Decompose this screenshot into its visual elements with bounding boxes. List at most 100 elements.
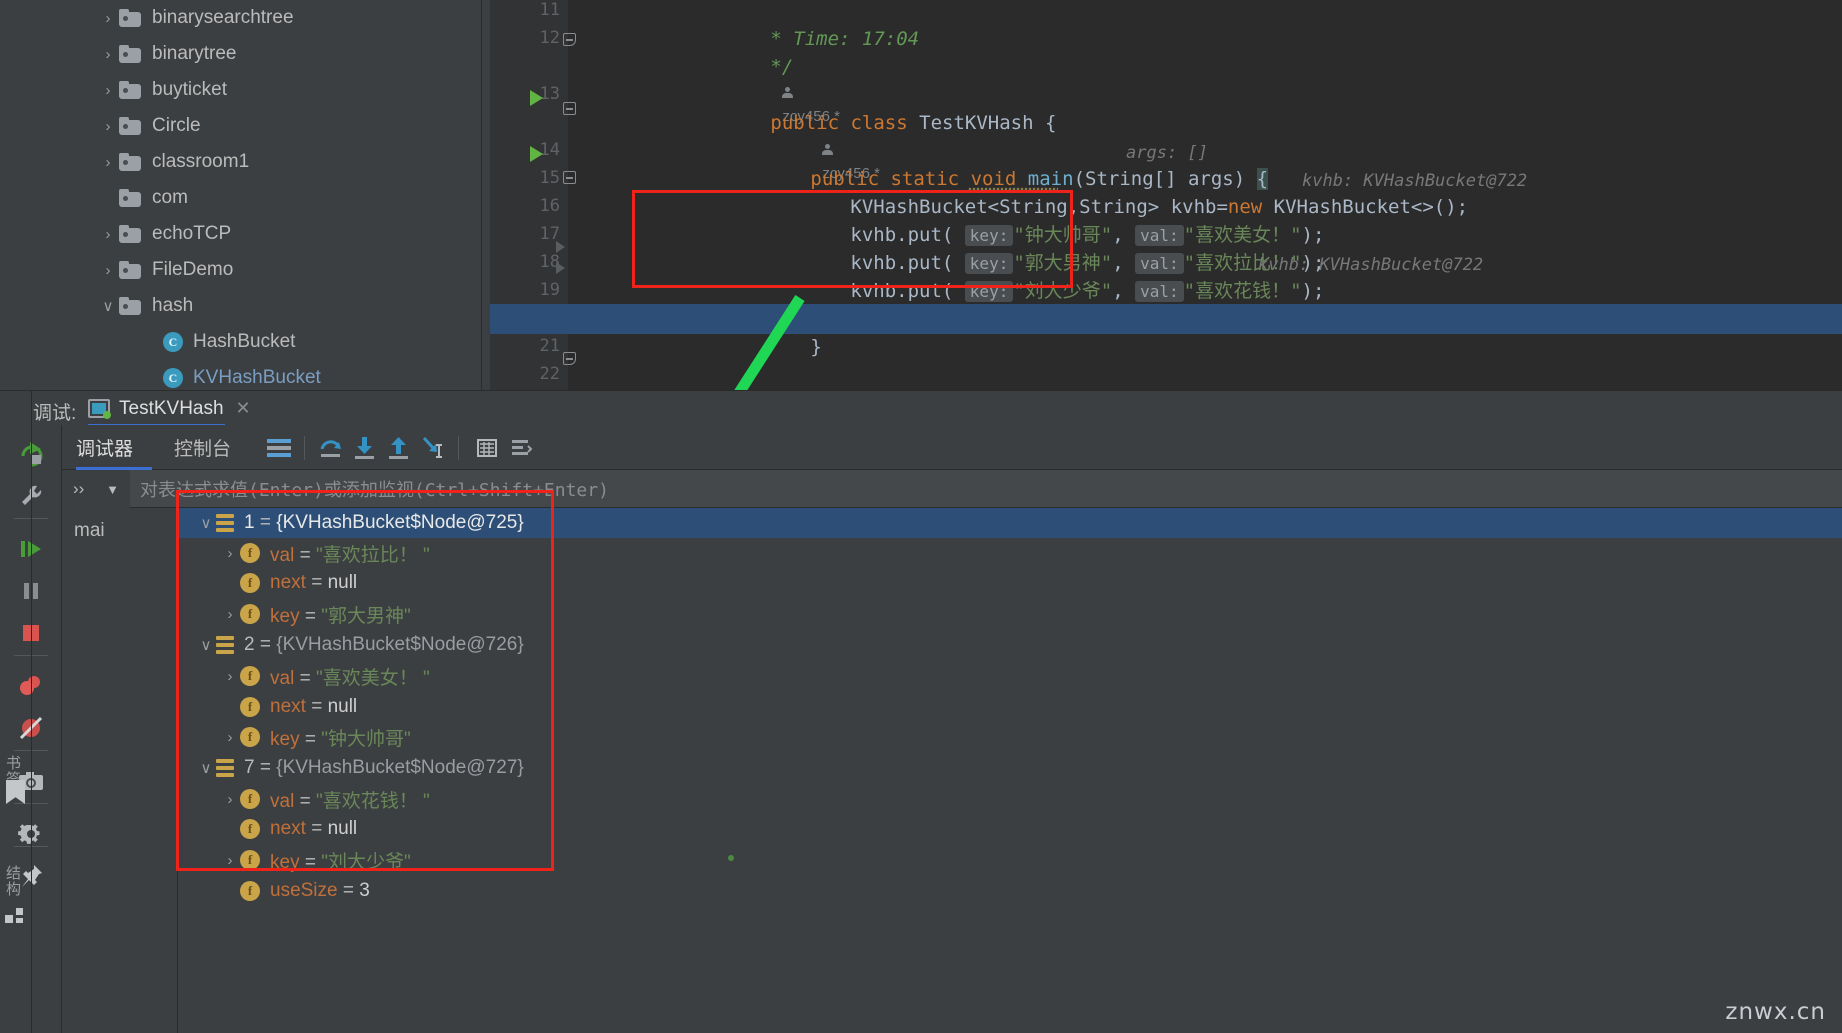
close-icon[interactable]: ✕ (236, 398, 251, 419)
line-number: 11 (539, 0, 560, 20)
step-out-icon[interactable] (386, 435, 412, 461)
project-tree-item[interactable]: › echoTCP (31, 216, 551, 252)
variable-row[interactable]: ∨ 7 = {KVHashBucket$Node@727} (178, 753, 1842, 783)
chevron-right-icon[interactable]: › (97, 11, 119, 26)
project-tree-item[interactable]: › classroom1 (31, 144, 551, 180)
tab-console[interactable]: 控制台 (174, 434, 231, 461)
fold-marker-icon[interactable] (563, 352, 576, 365)
project-tree-item[interactable]: ›C HashBucket (31, 324, 551, 360)
frame-item-main[interactable]: mai (62, 517, 178, 545)
variable-text: 2 = {KVHashBucket$Node@726} (244, 634, 524, 656)
layout-icon[interactable] (266, 435, 292, 461)
chevron-right-icon[interactable]: › (97, 191, 119, 206)
chevron-right-icon[interactable]: › (220, 852, 240, 869)
line-number: 21 (539, 336, 560, 356)
variable-value: null (327, 572, 358, 593)
project-tree-item[interactable]: › binarysearchtree (31, 0, 551, 36)
chevron-down-icon[interactable]: ∨ (97, 299, 119, 314)
variable-row[interactable]: ∨ 1 = {KVHashBucket$Node@725} (178, 508, 1842, 538)
run-method-gutter-icon[interactable] (530, 146, 543, 162)
chevron-right-icon[interactable]: › (97, 83, 119, 98)
project-tree-item[interactable]: › com (31, 180, 551, 216)
param-hint-key: key: (964, 281, 1014, 302)
run-class-gutter-icon[interactable] (530, 90, 543, 106)
debug-session-tab[interactable]: TestKVHash ✕ (88, 393, 251, 424)
chevron-down-icon[interactable]: ∨ (196, 759, 216, 777)
field-icon: f (240, 727, 260, 747)
fold-marker-icon[interactable] (563, 33, 576, 46)
chevron-right-icon[interactable]: › (141, 371, 163, 386)
step-over-icon[interactable] (318, 435, 344, 461)
variable-row[interactable]: ∨ 2 = {KVHashBucket$Node@726} (178, 630, 1842, 660)
project-tree-item[interactable]: › Circle (31, 108, 551, 144)
chevron-right-icon[interactable]: › (97, 263, 119, 278)
evaluate-expression-bar[interactable]: ›› ▼ 对表达式求值(Enter)或添加监视(Ctrl+Shift+Enter… (62, 470, 1842, 508)
project-tree-item-label: buyticket (152, 79, 227, 100)
variable-text: next = null (270, 818, 357, 840)
editor-text-area[interactable]: * Time: 17:04 */ zcy456 * public class T… (490, 0, 1842, 390)
sort-values-icon[interactable] (508, 435, 534, 461)
left-frame-rail (0, 0, 31, 455)
variable-row[interactable]: f next = null (178, 692, 1842, 722)
inspection-squiggle (968, 186, 1058, 190)
variable-row[interactable]: › f val = "喜欢美女！ " (178, 661, 1842, 691)
expand-more-icon[interactable]: ›› (73, 479, 84, 499)
fold-marker-icon[interactable] (563, 102, 576, 115)
equals-sign: = (305, 572, 328, 593)
variable-value: "喜欢拉比！ " (315, 544, 430, 566)
project-tool-window[interactable]: › binarysearchtree › binarytree › buyticket › C… (31, 0, 565, 460)
chevron-right-icon[interactable]: › (220, 729, 240, 746)
project-tree-item-label: binarytree (152, 43, 237, 64)
fold-expand-icon[interactable] (556, 241, 565, 253)
code-editor[interactable]: 11 12 13 14 15 16 17 18 19 20 21 22 (490, 0, 1842, 390)
variables-panel[interactable]: ∨ 1 = {KVHashBucket$Node@725} › f val = "喜欢拉… (178, 508, 1842, 1033)
chevron-right-icon[interactable]: › (220, 791, 240, 808)
step-into-icon[interactable] (352, 435, 378, 461)
chevron-down-icon[interactable]: ▼ (106, 482, 119, 497)
chevron-down-icon[interactable]: ∨ (196, 514, 216, 532)
fold-expand-icon[interactable] (556, 262, 565, 274)
equals-sign: = (299, 605, 322, 627)
frames-panel[interactable]: mai (62, 508, 178, 1033)
chevron-down-icon[interactable]: ∨ (196, 636, 216, 654)
variable-row[interactable]: f next = null (178, 814, 1842, 844)
folder-icon (119, 297, 143, 315)
chevron-right-icon[interactable]: › (141, 335, 163, 350)
project-tree-item-label: FileDemo (152, 259, 234, 280)
force-step-into-icon[interactable] (420, 435, 446, 461)
variable-row[interactable]: f next = null (178, 568, 1842, 598)
chevron-right-icon[interactable]: › (220, 606, 240, 623)
folder-icon (119, 189, 143, 207)
variable-name: useSize (270, 880, 338, 901)
variable-row[interactable]: › f key = "刘大少爷" (178, 845, 1842, 875)
variable-row[interactable]: f useSize = 3 (178, 876, 1842, 906)
watch-input[interactable]: 对表达式求值(Enter)或添加监视(Ctrl+Shift+Enter) (131, 470, 1842, 508)
tab-debugger[interactable]: 调试器 (76, 434, 133, 461)
chevron-right-icon[interactable]: › (220, 668, 240, 685)
watch-bar-controls[interactable]: ›› ▼ (62, 470, 130, 508)
fold-marker-icon[interactable] (563, 171, 576, 184)
variable-name: next (270, 818, 306, 839)
chevron-right-icon[interactable]: › (97, 119, 119, 134)
variable-row[interactable]: › f val = "喜欢拉比！ " (178, 538, 1842, 568)
chevron-right-icon[interactable]: › (97, 227, 119, 242)
chevron-right-icon[interactable]: › (220, 545, 240, 562)
chevron-right-icon[interactable]: › (97, 155, 119, 170)
debugger-toolbar[interactable]: 调试器 控制台 (62, 425, 1842, 470)
chevron-right-icon[interactable]: › (97, 47, 119, 62)
variable-name: 1 (244, 512, 255, 533)
variable-name: val (270, 790, 295, 812)
equals-sign: = (299, 851, 322, 873)
sidebar-item-structure[interactable]: 结构 (2, 865, 23, 897)
project-tree-item[interactable]: › binarytree (31, 36, 551, 72)
variable-value: null (327, 696, 358, 717)
project-tree-item[interactable]: › FileDemo (31, 252, 551, 288)
project-tree-item[interactable]: ∨ hash (31, 288, 551, 324)
equals-sign: = (305, 696, 328, 717)
equals-sign: = (294, 667, 316, 689)
variable-row[interactable]: › f val = "喜欢花钱！ " (178, 784, 1842, 814)
variable-row[interactable]: › f key = "钟大帅哥" (178, 722, 1842, 752)
project-tree-item[interactable]: › buyticket (31, 72, 551, 108)
variable-row[interactable]: › f key = "郭大男神" (178, 599, 1842, 629)
evaluate-expression-icon[interactable] (474, 435, 500, 461)
